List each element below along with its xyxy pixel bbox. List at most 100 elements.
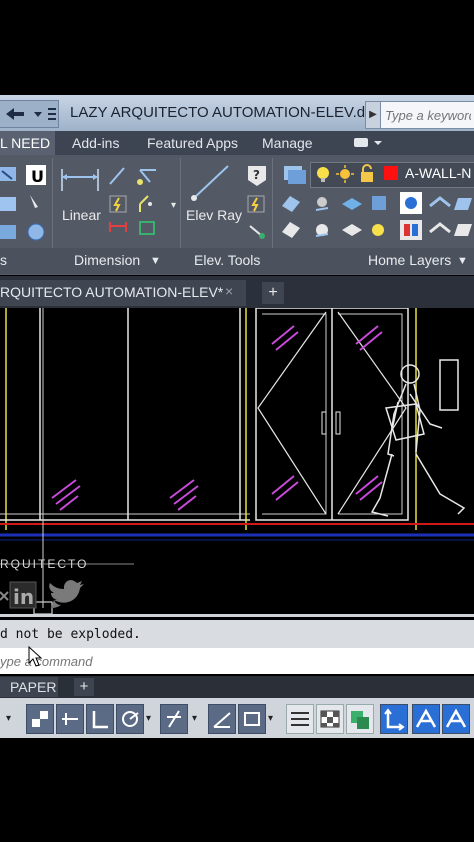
- drawing-bottom-edge: [0, 614, 474, 617]
- infer-icon: [62, 713, 78, 725]
- status-dropdown-icon[interactable]: ▾: [6, 713, 11, 724]
- search-box[interactable]: [380, 101, 474, 129]
- selection-cycling-button[interactable]: [346, 704, 374, 734]
- panel-title-home-layers[interactable]: Home Layers: [368, 252, 451, 268]
- left-tools-group: U: [0, 163, 50, 248]
- transparency-button[interactable]: [316, 704, 344, 734]
- elev-ray-icon[interactable]: [190, 162, 232, 202]
- window-elevation: [0, 308, 250, 530]
- undo-icon: [6, 108, 56, 120]
- ortho-mode-button[interactable]: [86, 704, 114, 734]
- layer-color-swatch: [384, 166, 398, 180]
- linear-dimension-icon[interactable]: [60, 165, 100, 193]
- layer-tools-group: [280, 192, 474, 248]
- tab-featured-apps[interactable]: Featured Apps: [147, 131, 238, 155]
- polar-tracking-button[interactable]: [116, 704, 144, 734]
- close-icon[interactable]: ×: [225, 283, 233, 299]
- layer-previous-icon: [400, 220, 422, 240]
- isodraft-button[interactable]: [160, 704, 188, 734]
- text-tool-icon: U: [26, 165, 46, 186]
- tracking-icon: [213, 712, 231, 728]
- close-x-icon: [0, 591, 9, 601]
- ordinate-icon: [139, 195, 152, 212]
- command-input[interactable]: [0, 648, 474, 674]
- annotation-visibility-button[interactable]: [412, 704, 440, 734]
- layer-off-icon: [315, 197, 329, 211]
- command-line[interactable]: [0, 648, 474, 674]
- angular-dimension-icon: [137, 169, 156, 185]
- autoscale-icon: [445, 708, 467, 728]
- pick-point-icon: [249, 225, 265, 239]
- current-layer-name[interactable]: A-WALL-N: [405, 165, 471, 181]
- document-tab-title[interactable]: RQUITECTO AUTOMATION-ELEV*: [0, 284, 223, 300]
- circle-icon: [27, 223, 45, 241]
- lightning-icon: [247, 195, 265, 213]
- quick-access-undo[interactable]: [0, 100, 59, 128]
- layer-isolate-icon: [342, 198, 362, 210]
- tab-lazy-need[interactable]: L NEED: [0, 131, 55, 155]
- polar-icon: [122, 711, 139, 727]
- window-title: LAZY ARQUITECTO AUTOMATION-ELEV.d...: [70, 104, 378, 121]
- copy-icon: [0, 225, 16, 239]
- tab-paper-label[interactable]: PAPER: [0, 679, 56, 695]
- baseline-icon: [109, 222, 127, 232]
- layers-panel-dropdown-icon[interactable]: ▼: [457, 255, 468, 267]
- layer-properties-icon[interactable]: [280, 162, 308, 186]
- lock-icon: [361, 164, 373, 182]
- lineweight-button[interactable]: [286, 704, 314, 734]
- aligned-dimension-icon: [109, 167, 125, 185]
- dimension-panel-dropdown-icon[interactable]: ▼: [150, 255, 161, 267]
- layer-freeze-icon: [372, 196, 386, 210]
- tab-manage[interactable]: Manage: [262, 131, 313, 155]
- twitter-icon: [49, 580, 84, 608]
- annotation-icon: [415, 708, 437, 728]
- tab-add-ins[interactable]: Add-ins: [72, 131, 119, 155]
- object-snap-tracking-button[interactable]: [208, 704, 236, 734]
- layer-state-icon: [429, 196, 451, 208]
- snap-mode-button[interactable]: [26, 704, 54, 734]
- linear-label[interactable]: Linear: [62, 207, 101, 223]
- isodraft-dropdown-icon[interactable]: ▾: [192, 713, 197, 724]
- osnap-dropdown-icon[interactable]: ▾: [268, 713, 273, 724]
- wall-tool-icon: [0, 167, 16, 181]
- elev-tools-group: ?: [246, 164, 268, 244]
- tab-paper[interactable]: PAPER: [0, 677, 58, 697]
- mouse-pointer-icon: [28, 645, 44, 668]
- layer-match-icon: [282, 196, 300, 212]
- dimension-dropdown-icon[interactable]: ▾: [171, 200, 176, 211]
- object-snap-button[interactable]: [238, 704, 266, 734]
- isodraft-icon: [167, 710, 181, 728]
- layer-walk-icon: [400, 192, 422, 214]
- svg-text:?: ?: [253, 168, 260, 182]
- ribbon-options-icon[interactable]: [352, 135, 382, 151]
- search-input[interactable]: [381, 102, 474, 128]
- ucs-icon: [384, 708, 405, 731]
- svg-text:in: in: [13, 585, 34, 609]
- lightning-icon: [109, 195, 127, 213]
- polar-dropdown-icon[interactable]: ▾: [146, 713, 151, 724]
- ucs-button[interactable]: [380, 704, 408, 734]
- lineweight-icon: [291, 712, 309, 726]
- panel-title-dimension[interactable]: Dimension: [74, 252, 140, 268]
- panel-title-elev-tools: Elev. Tools: [194, 252, 261, 268]
- continue-icon: [139, 221, 155, 235]
- elev-ray-label[interactable]: Elev Ray: [186, 207, 242, 223]
- layer-stack-icon: [454, 198, 472, 210]
- osnap-icon: [244, 712, 260, 726]
- move-icon: [0, 197, 16, 211]
- layer-translate-icon: [454, 224, 472, 236]
- layer-merge-icon: [315, 224, 329, 237]
- selection-cycling-icon: [351, 711, 369, 729]
- switch-box: [439, 359, 459, 411]
- auto-scale-button[interactable]: [442, 704, 470, 734]
- layer-walk2-icon: [429, 222, 451, 234]
- door-elevation: [255, 307, 417, 530]
- layer-copy-icon: [282, 222, 300, 238]
- infer-constraints-button[interactable]: [56, 704, 84, 734]
- chevron-right-icon[interactable]: ▶: [365, 101, 381, 129]
- add-layout-button[interactable]: +: [74, 678, 94, 696]
- svg-text:U: U: [31, 167, 44, 186]
- pointer-icon: [30, 195, 38, 208]
- new-tab-button[interactable]: +: [262, 282, 284, 304]
- layout-tab-bar: [0, 676, 474, 698]
